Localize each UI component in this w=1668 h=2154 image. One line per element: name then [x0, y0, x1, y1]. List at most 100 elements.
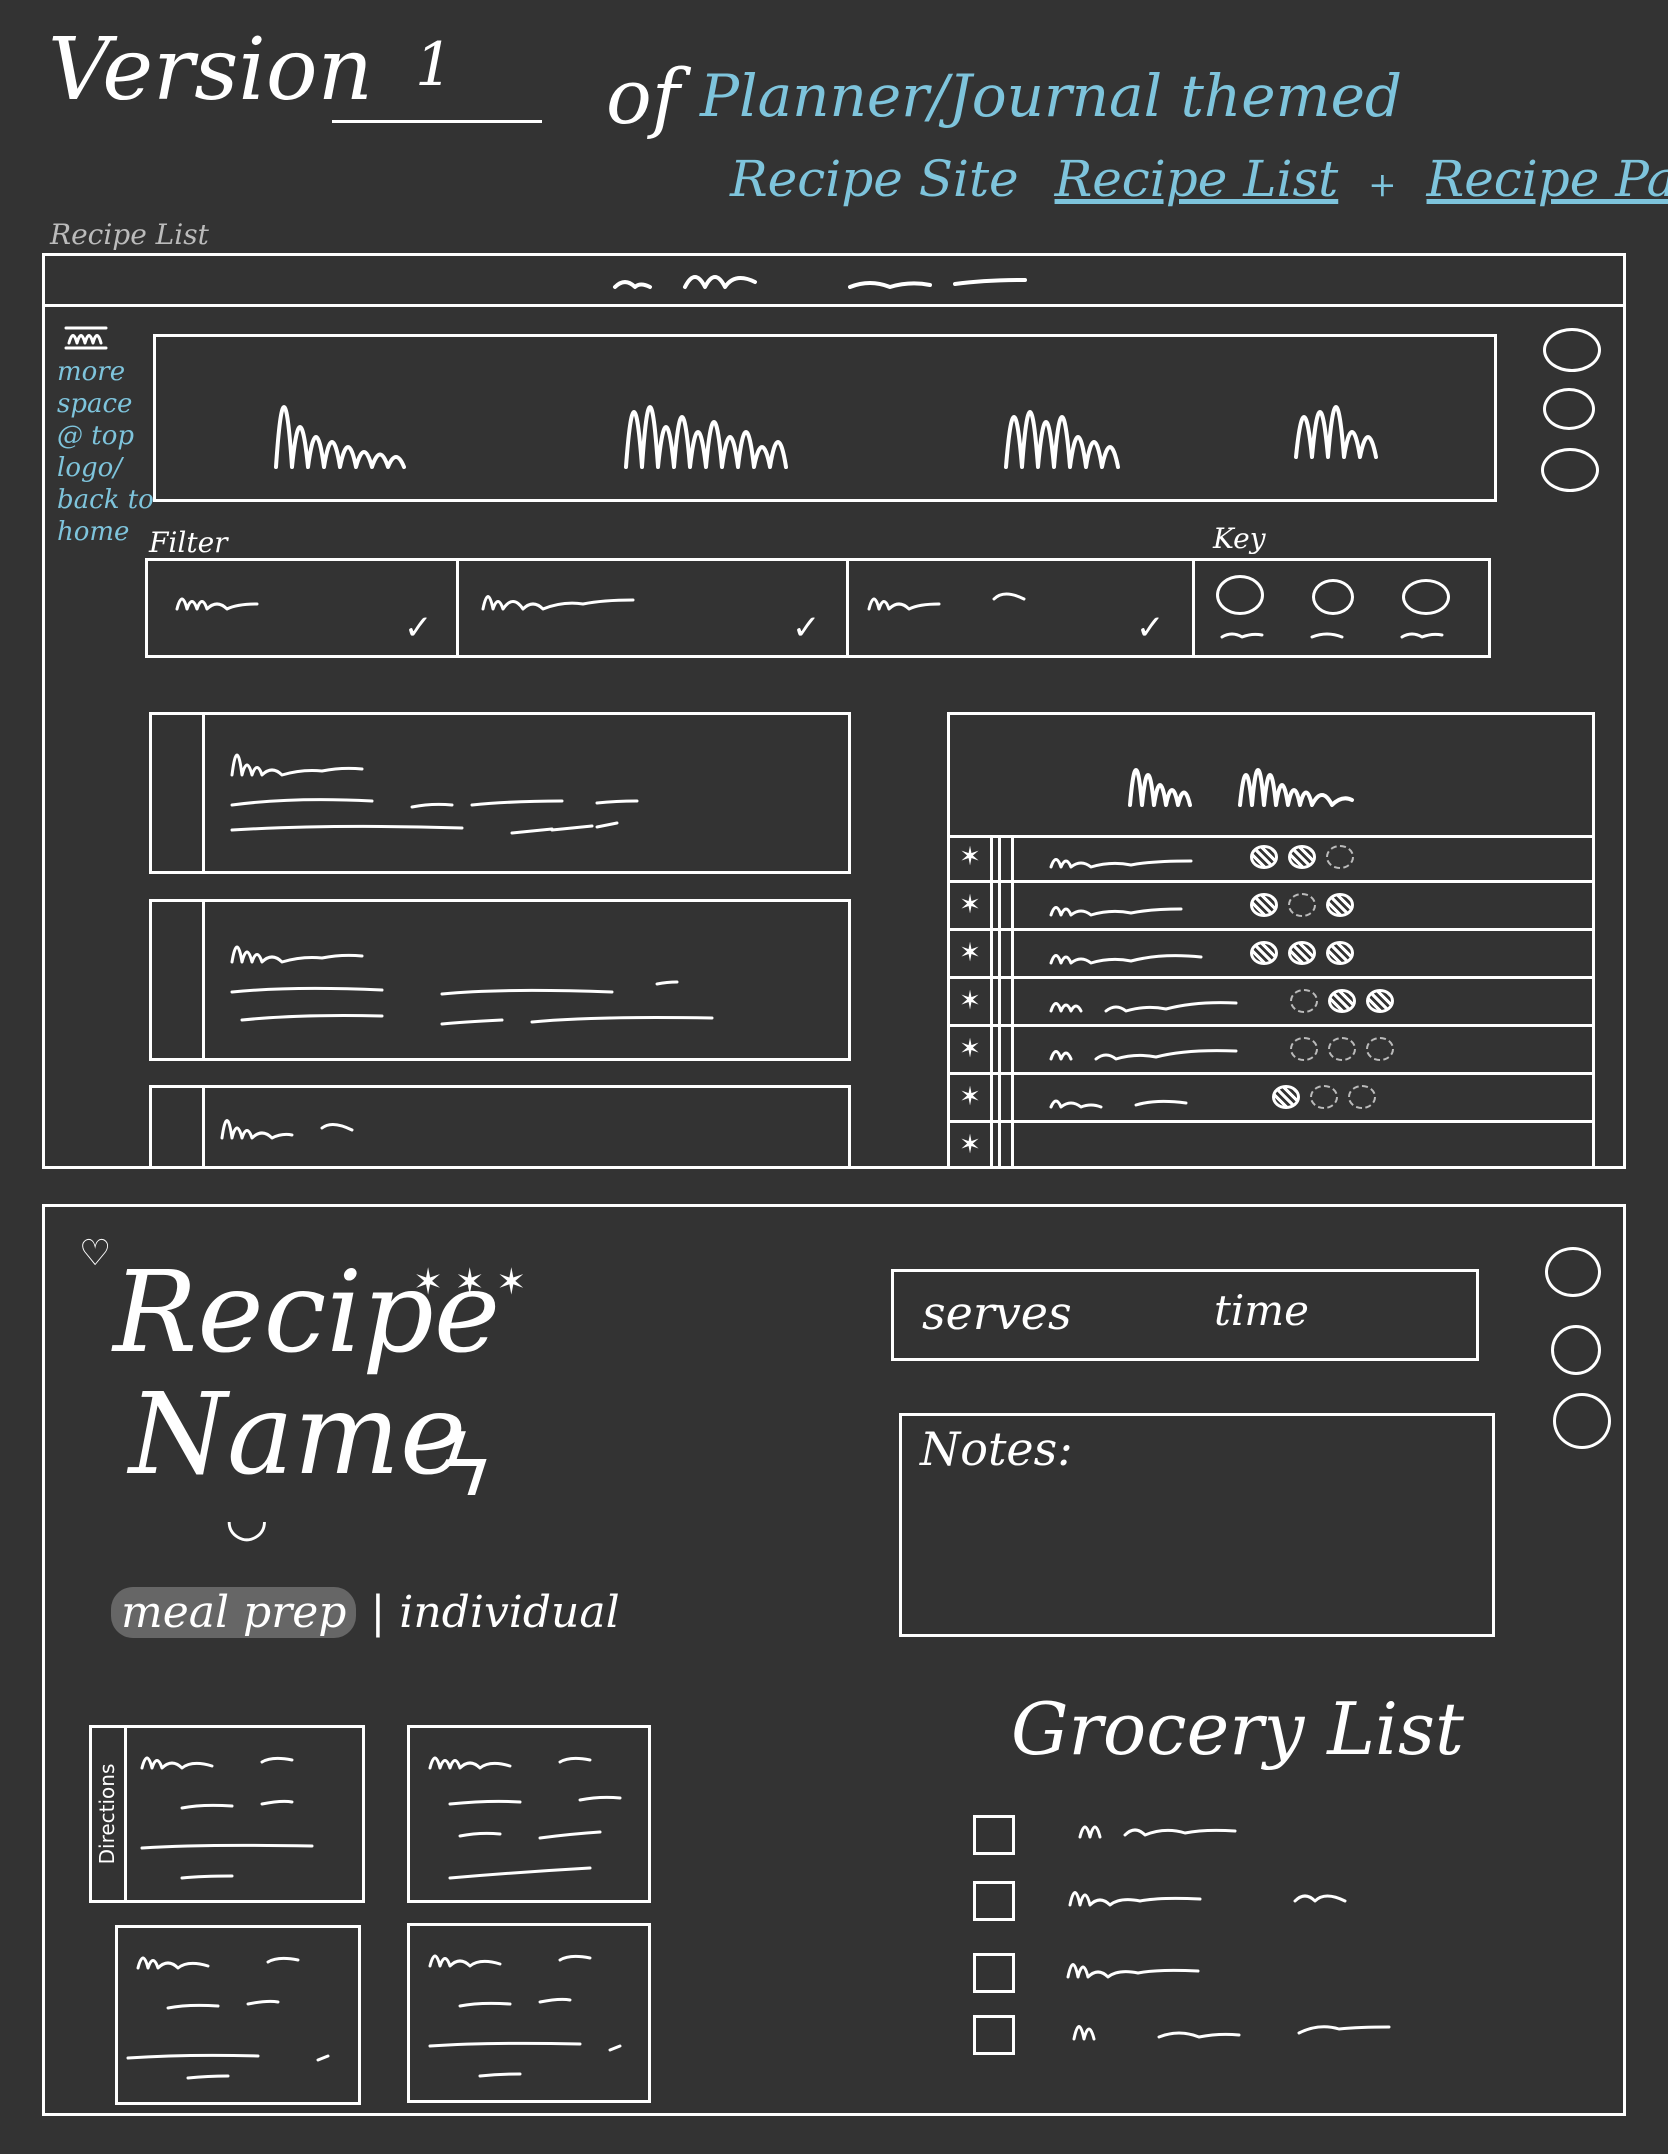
key-circle-1 [1216, 575, 1264, 615]
status-dot [1288, 845, 1316, 869]
recipe-card-scribble [230, 753, 639, 835]
grocery-item-checkbox[interactable] [973, 2015, 1015, 2055]
row-dots [1250, 893, 1364, 917]
row-divider [998, 1027, 1014, 1072]
direction-card [407, 1725, 651, 1903]
direction-scribble [126, 1956, 330, 2080]
row-dots [1290, 989, 1404, 1013]
recipe-page-frame: ♡ Recipe Name ✶ ✶ ✶ ϟ ◡ meal prep | indi… [42, 1204, 1626, 2116]
table-row[interactable]: ✶ [950, 835, 1592, 883]
side-menu-circle-2[interactable] [1551, 1325, 1601, 1375]
filter-1-label-scribble [175, 597, 259, 611]
directions-label: Directions [95, 1763, 119, 1865]
direction-card: Directions [89, 1725, 365, 1903]
tag-meal-prep[interactable]: meal prep [111, 1587, 357, 1638]
filter-dropdown-3[interactable]: ✓ [846, 561, 1195, 655]
status-dot [1326, 941, 1354, 965]
status-dot [1250, 893, 1278, 917]
table-row[interactable]: ✶ [950, 1027, 1592, 1075]
table-row-partial[interactable]: ✶ [950, 1123, 1592, 1169]
filter-1-check-icon: ✓ [404, 608, 433, 648]
table-row[interactable]: ✶ [950, 979, 1592, 1027]
side-menu-circle-2[interactable] [1543, 388, 1595, 430]
recipe-card[interactable] [149, 899, 851, 1061]
grocery-item-scribble [1078, 1825, 1237, 1839]
status-dot [1272, 1085, 1300, 1109]
notes-label: Notes: [920, 1422, 1073, 1476]
status-dot [1328, 1037, 1356, 1061]
recipe-list-link[interactable]: Recipe List [1055, 150, 1339, 208]
star-icon: ✶ [950, 1123, 993, 1169]
table-title-scribble [1128, 768, 1354, 807]
of-label: of [606, 52, 680, 141]
side-menu-circle-3[interactable] [1553, 1393, 1611, 1449]
grocery-item-checkbox[interactable] [973, 1881, 1015, 1921]
banner [153, 334, 1497, 502]
star-icon: ✶ [950, 1075, 993, 1120]
status-dot [1326, 845, 1354, 869]
notes-box[interactable]: Notes: [899, 1413, 1495, 1637]
direction-card [407, 1923, 651, 2103]
status-dot [1328, 989, 1356, 1013]
stars-icon: ✶ ✶ ✶ [413, 1262, 527, 1303]
row-name-scribble [1049, 906, 1183, 917]
filter-3-check-icon: ✓ [1136, 608, 1165, 648]
status-dot [1366, 1037, 1394, 1061]
status-dot [1310, 1085, 1338, 1109]
filter-dropdown-2[interactable]: ✓ [456, 561, 849, 655]
recipe-card[interactable] [149, 712, 851, 874]
row-name-scribble [1049, 954, 1203, 965]
status-dot [1288, 893, 1316, 917]
nav-links-scribble[interactable] [605, 262, 1165, 302]
version-label: Version [48, 20, 374, 120]
table-row[interactable]: ✶ [950, 931, 1592, 979]
grocery-item-scribble [1072, 2025, 1391, 2041]
direction-scribble [140, 1756, 314, 1880]
key-label: Key [1213, 522, 1266, 555]
recipe-card-scribble [220, 1119, 354, 1140]
theme-line2: Recipe Site Recipe List + Recipe Page [730, 150, 1668, 208]
serves-time-box: serves time [891, 1269, 1479, 1361]
grocery-item-scribble [1066, 1963, 1200, 1979]
filter-2-check-icon: ✓ [792, 608, 821, 648]
status-dot [1326, 893, 1354, 917]
side-menu-circle-1[interactable] [1543, 328, 1601, 372]
version-blank-line [332, 120, 542, 123]
grocery-item-checkbox[interactable] [973, 1815, 1015, 1855]
table-row[interactable]: ✶ [950, 883, 1592, 931]
recipe-card-scribble [230, 945, 714, 1026]
status-dot [1290, 989, 1318, 1013]
row-dots [1250, 941, 1364, 965]
status-dot [1250, 941, 1278, 965]
recipe-card-side-tab [152, 902, 205, 1058]
row-name-scribble [1049, 1099, 1188, 1109]
heart-icon: ♡ [79, 1233, 112, 1274]
directions-side-tab: Directions [92, 1728, 127, 1900]
table-row[interactable]: ✶ [950, 1075, 1592, 1123]
meal-type-toggle: meal prep | individual [111, 1587, 620, 1638]
row-name-scribble [1049, 858, 1193, 869]
filter-dropdown-1[interactable]: ✓ [148, 561, 459, 655]
recipe-card[interactable] [149, 1085, 851, 1169]
star-icon: ✶ [950, 979, 993, 1024]
row-divider [998, 979, 1014, 1024]
row-name-scribble [1049, 1001, 1238, 1013]
serves-label: serves [922, 1286, 1072, 1340]
filter-bar: ✓ ✓ ✓ [145, 558, 1491, 658]
banner-scribble [274, 405, 1378, 469]
recipe-title-line2: Name [129, 1370, 467, 1500]
recipe-page-link[interactable]: Recipe Page [1427, 150, 1668, 208]
plus-sign: + [1368, 165, 1397, 205]
key-legend [1192, 561, 1488, 655]
row-divider [998, 883, 1014, 928]
status-dot [1366, 989, 1394, 1013]
row-divider [998, 1123, 1014, 1169]
side-menu-circle-3[interactable] [1541, 448, 1599, 492]
tag-individual[interactable]: individual [399, 1587, 619, 1638]
direction-card [115, 1925, 361, 2105]
smile-icon: ◡ [225, 1489, 269, 1547]
grocery-item-checkbox[interactable] [973, 1953, 1015, 1993]
logo-icon[interactable] [61, 318, 121, 358]
side-menu-circle-1[interactable] [1545, 1247, 1601, 1297]
row-dots [1290, 1037, 1404, 1061]
